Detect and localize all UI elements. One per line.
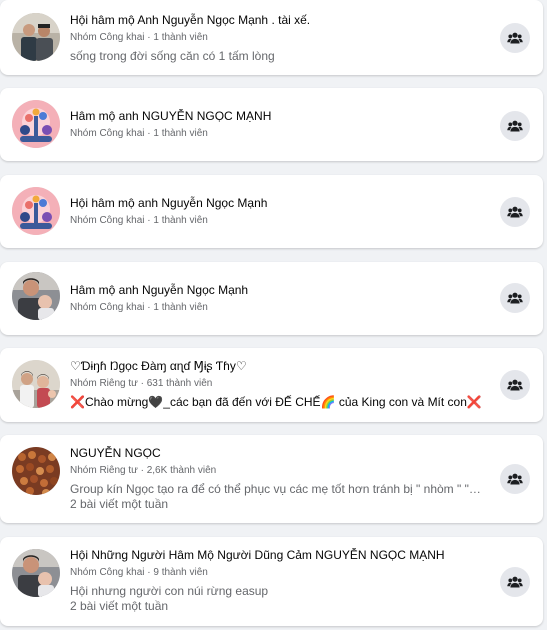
group-info: Hội Những Người Hâm Mộ Người Dũng Cảm NG… (70, 548, 483, 614)
join-group-button[interactable] (500, 464, 530, 494)
bracelets-photo-icon (12, 447, 60, 495)
family-photo-icon (12, 360, 60, 408)
group-info: Hội hâm mộ Anh Nguyễn Ngọc Mạnh . tài xế… (70, 13, 483, 64)
group-meta: Nhóm Riêng tư · 631 thành viên (70, 378, 213, 389)
group-name[interactable]: ♡Ɗɨŋɦ Ŋgọc Ɖàɱ αɳɗ Ɱɨʂ Ƭɦy♡ (70, 359, 483, 374)
join-group-icon (507, 576, 523, 588)
group-card[interactable]: ♡Ɗɨŋɦ Ŋgọc Ɖàɱ αɳɗ Ɱɨʂ Ƭɦy♡ Nhóm Riêng t… (0, 348, 543, 422)
man-with-baby-photo-icon (12, 272, 60, 320)
group-info: Hội hâm mộ anh Nguyễn Ngọc Mạnh Nhóm Côn… (70, 196, 483, 227)
group-meta: Nhóm Riêng tư · 2,6K thành viên (70, 465, 217, 476)
join-group-button[interactable] (500, 567, 530, 597)
group-name[interactable]: Hâm mộ anh NGUYỄN NGỌC MẠNH (70, 109, 483, 124)
group-card[interactable]: Hâm mộ anh NGUYỄN NGỌC MẠNH Nhóm Công kh… (0, 88, 543, 161)
group-meta: Nhóm Công khai · 1 thành viên (70, 128, 208, 139)
join-group-icon (507, 473, 523, 485)
join-group-icon (507, 379, 523, 391)
group-card[interactable]: Hâm mộ anh Nguyễn Ngọc Mạnh Nhóm Công kh… (0, 262, 543, 335)
man-with-baby-photo-icon (12, 549, 60, 597)
group-meta: Nhóm Công khai · 1 thành viên (70, 215, 208, 226)
group-info: Hâm mộ anh NGUYỄN NGỌC MẠNH Nhóm Công kh… (70, 109, 483, 140)
group-meta: Nhóm Công khai · 1 thành viên (70, 32, 208, 43)
group-description: Group kín Ngọc tạo ra để có thể phục vụ … (70, 482, 483, 496)
group-description: ❌Chào mừng🖤_các bạn đã đến với ĐẾ CHẾ🌈 c… (70, 395, 482, 409)
group-info: ♡Ɗɨŋɦ Ŋgọc Ɖàɱ αɳɗ Ɱɨʂ Ƭɦy♡ Nhóm Riêng t… (70, 359, 483, 410)
group-name[interactable]: Hâm mộ anh Nguyễn Ngọc Mạnh (70, 283, 483, 298)
join-group-button[interactable] (500, 370, 530, 400)
group-description: Hội nhưng người con núi rừng easup (70, 584, 269, 598)
group-avatar[interactable] (12, 272, 60, 320)
group-activity: 2 bài viết một tuần (70, 497, 169, 511)
group-avatar[interactable] (12, 13, 60, 61)
group-card[interactable]: Hội hâm mộ anh Nguyễn Ngọc Mạnh Nhóm Côn… (0, 175, 543, 248)
join-group-button[interactable] (500, 197, 530, 227)
group-avatar[interactable] (12, 549, 60, 597)
join-group-button[interactable] (500, 283, 530, 313)
group-name[interactable]: NGUYỄN NGỌC (70, 446, 483, 461)
group-card[interactable]: Hội hâm mộ Anh Nguyễn Ngọc Mạnh . tài xế… (0, 0, 543, 75)
group-info: Hâm mộ anh Nguyễn Ngọc Mạnh Nhóm Công kh… (70, 283, 483, 314)
group-name[interactable]: Hội hâm mộ anh Nguyễn Ngọc Mạnh (70, 196, 483, 211)
join-group-button[interactable] (500, 111, 530, 141)
join-group-icon (507, 32, 523, 44)
group-name[interactable]: Hội Những Người Hâm Mộ Người Dũng Cảm NG… (70, 548, 483, 563)
join-group-button[interactable] (500, 23, 530, 53)
group-activity: 2 bài viết một tuần (70, 599, 169, 613)
default-group-illustration-icon (12, 187, 60, 235)
group-meta: Nhóm Công khai · 1 thành viên (70, 302, 208, 313)
group-results-list: Hội hâm mộ Anh Nguyễn Ngọc Mạnh . tài xế… (0, 0, 547, 630)
join-group-icon (507, 120, 523, 132)
group-meta: Nhóm Công khai · 9 thành viên (70, 567, 208, 578)
group-card[interactable]: Hội Những Người Hâm Mộ Người Dũng Cảm NG… (0, 537, 543, 626)
group-avatar[interactable] (12, 100, 60, 148)
two-men-photo-icon (12, 13, 60, 61)
group-avatar[interactable] (12, 360, 60, 408)
group-avatar[interactable] (12, 447, 60, 495)
group-card[interactable]: NGUYỄN NGỌC Nhóm Riêng tư · 2,6K thành v… (0, 435, 543, 523)
group-avatar[interactable] (12, 187, 60, 235)
default-group-illustration-icon (12, 100, 60, 148)
group-info: NGUYỄN NGỌC Nhóm Riêng tư · 2,6K thành v… (70, 446, 483, 512)
join-group-icon (507, 206, 523, 218)
group-name[interactable]: Hội hâm mộ Anh Nguyễn Ngọc Mạnh . tài xế… (70, 13, 483, 28)
group-description: sống trong đời sống căn có 1 tấm lòng (70, 49, 275, 63)
join-group-icon (507, 292, 523, 304)
